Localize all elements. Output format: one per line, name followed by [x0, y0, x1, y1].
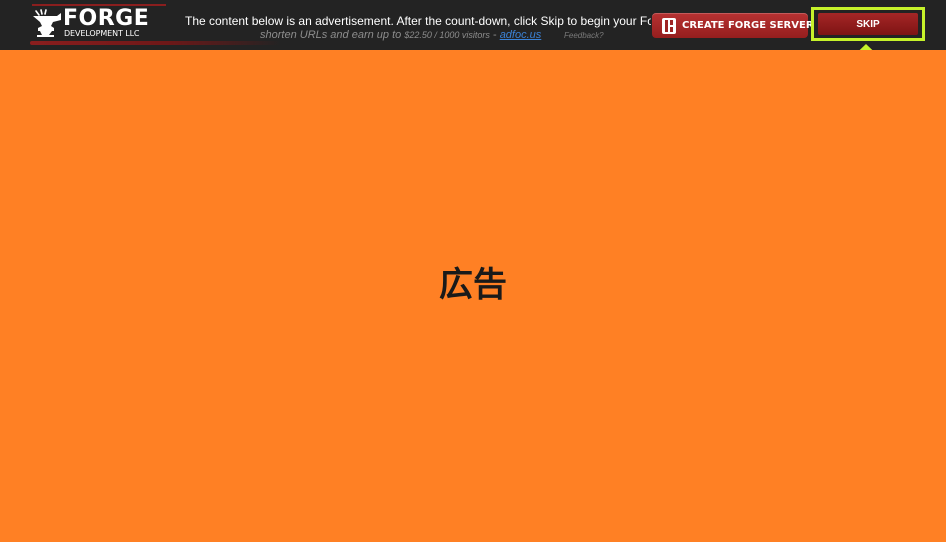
promo-text: shorten URLs and earn up to [260, 29, 402, 41]
promo-line: shorten URLs and earn up to $22.50 / 100… [260, 28, 541, 42]
create-forge-server-button[interactable]: CREATE FORGE SERVER [652, 13, 814, 38]
server-icon [660, 17, 678, 35]
forge-logo[interactable]: FORGE DEVELOPMENT LLC [30, 0, 280, 45]
anvil-icon [32, 9, 62, 39]
promo-separator: - [492, 29, 497, 41]
advertisement-area[interactable]: 広告 [0, 50, 946, 542]
skip-highlight-box: SKIP [811, 7, 925, 41]
logo-subtitle: DEVELOPMENT LLC [64, 29, 140, 38]
ad-notice-text: The content below is an advertisement. A… [185, 14, 651, 28]
feedback-link[interactable]: Feedback? [564, 31, 604, 41]
create-forge-server-label: CREATE FORGE SERVER [682, 20, 814, 31]
logo-swoosh [30, 41, 280, 45]
promo-rate: $22.50 / 1000 visitors [404, 30, 490, 40]
advertisement-label: 広告 [439, 264, 507, 305]
adfocus-link[interactable]: adfoc.us [500, 29, 542, 41]
top-bar: FORGE DEVELOPMENT LLC The content below … [0, 0, 946, 50]
page: FORGE DEVELOPMENT LLC The content below … [0, 0, 946, 543]
skip-button[interactable]: SKIP [818, 13, 918, 35]
